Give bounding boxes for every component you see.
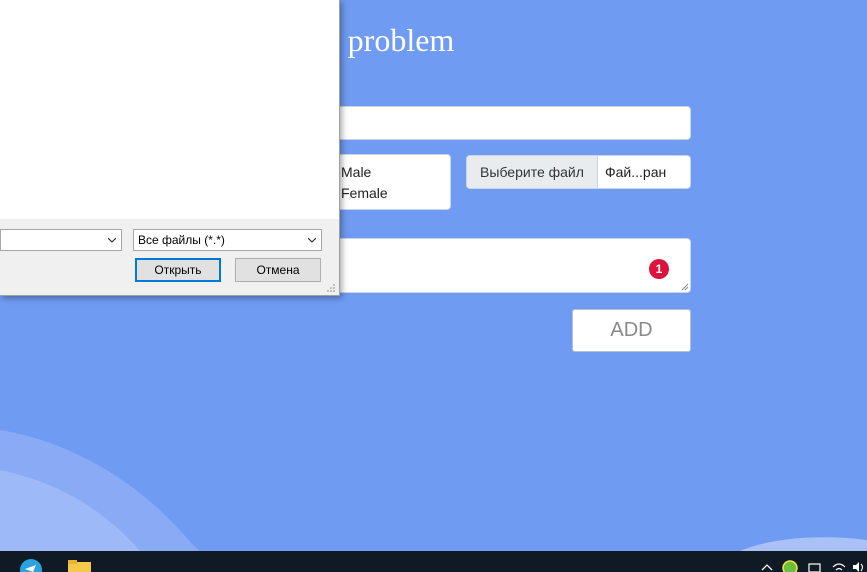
file-name-combobox[interactable] <box>0 229 122 251</box>
choose-file-button[interactable]: Выберите файл <box>467 156 598 188</box>
file-name-label: Фай...ран <box>605 164 667 180</box>
add-button[interactable]: ADD <box>572 309 691 352</box>
name-input[interactable] <box>320 106 691 140</box>
file-type-value: Все файлы (*.*) <box>138 233 225 247</box>
green-app-icon[interactable] <box>782 560 798 572</box>
chevron-down-icon <box>307 237 317 243</box>
gender-option-male[interactable]: Male <box>341 164 371 180</box>
chevron-down-icon <box>107 237 117 243</box>
taskbar <box>0 551 867 572</box>
description-textarea[interactable] <box>320 238 691 293</box>
chevron-up-icon[interactable] <box>761 562 773 571</box>
file-input[interactable]: Выберите файл Фай...ран <box>466 155 691 189</box>
file-type-combobox[interactable]: Все файлы (*.*) <box>133 229 322 251</box>
page-title: r problem <box>329 22 455 58</box>
speaker-icon[interactable] <box>852 561 866 572</box>
gender-option-female[interactable]: Female <box>341 185 388 201</box>
open-button[interactable]: Открыть <box>135 258 221 282</box>
battery-icon[interactable] <box>808 562 822 572</box>
size-grip-icon[interactable] <box>327 284 336 293</box>
resize-handle-icon[interactable] <box>680 282 689 291</box>
error-badge: 1 <box>649 259 669 279</box>
wifi-icon[interactable] <box>832 561 846 572</box>
folder-icon[interactable] <box>68 560 91 572</box>
telegram-icon[interactable] <box>20 559 42 572</box>
cancel-button[interactable]: Отмена <box>235 258 321 282</box>
file-open-dialog: Все файлы (*.*) Открыть Отмена <box>0 0 340 296</box>
